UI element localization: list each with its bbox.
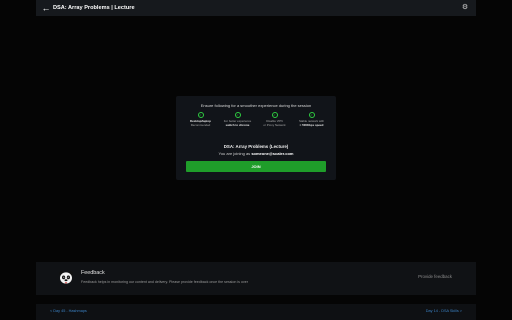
provide-feedback-button[interactable]: Provide feedback	[418, 274, 452, 279]
bottom-navigation: < Day 45 - Hashmaps Day 14 - DSA Skills …	[36, 304, 476, 320]
check-circle-icon: ✓	[308, 112, 315, 118]
requirement-device-text: Recommended	[190, 123, 211, 127]
requirement-vpn-text2: or Proxy Network	[263, 123, 286, 127]
prejoin-card: Ensure following for a smoother experien…	[176, 96, 336, 180]
requirement-vpn: ✓ Disable VPN or Proxy Network	[256, 112, 293, 127]
feedback-title: Feedback	[81, 270, 105, 276]
requirement-browser-strong: switch to chrome	[225, 123, 250, 127]
joining-as-text: You are joining as someone@scaler.com	[176, 151, 336, 156]
gear-icon[interactable]: ⚙	[460, 3, 470, 13]
check-circle-icon: ✓	[234, 112, 241, 118]
join-button[interactable]: JOIN	[186, 161, 326, 172]
page-title: DSA: Array Problems | Lecture	[53, 5, 135, 11]
check-circle-icon: ✓	[271, 112, 278, 118]
arrow-left-icon[interactable]: ←	[39, 3, 53, 13]
requirement-browser: ✓ For better experience switch to chrome	[219, 112, 256, 127]
feedback-panel: Feedback Feedback helps in monitoring ou…	[36, 262, 476, 295]
previous-lecture-link[interactable]: < Day 45 - Hashmaps	[50, 309, 87, 313]
prejoin-headline: Ensure following for a smoother experien…	[200, 103, 312, 108]
session-title: DSA: Array Problems (Lecture)	[223, 144, 289, 149]
requirement-device: ✓ Desktop/laptop Recommended	[182, 112, 219, 127]
feedback-description: Feedback helps in monitoring our content…	[81, 280, 248, 284]
user-email: someone@scaler.com	[251, 151, 294, 156]
requirement-network-strong: > 500Kbps speed	[299, 123, 324, 127]
next-lecture-link[interactable]: Day 14 - DSA Skills >	[426, 309, 462, 313]
requirements-list: ✓ Desktop/laptop Recommended ✓ For better…	[182, 112, 330, 127]
top-bar: ← DSA: Array Problems | Lecture ⚙	[36, 0, 476, 16]
check-circle-icon: ✓	[197, 112, 204, 118]
requirement-network: ✓ Stable network with > 500Kbps speed	[293, 112, 330, 127]
panda-mascot-icon	[59, 271, 73, 284]
joining-prefix: You are joining as	[218, 151, 251, 156]
